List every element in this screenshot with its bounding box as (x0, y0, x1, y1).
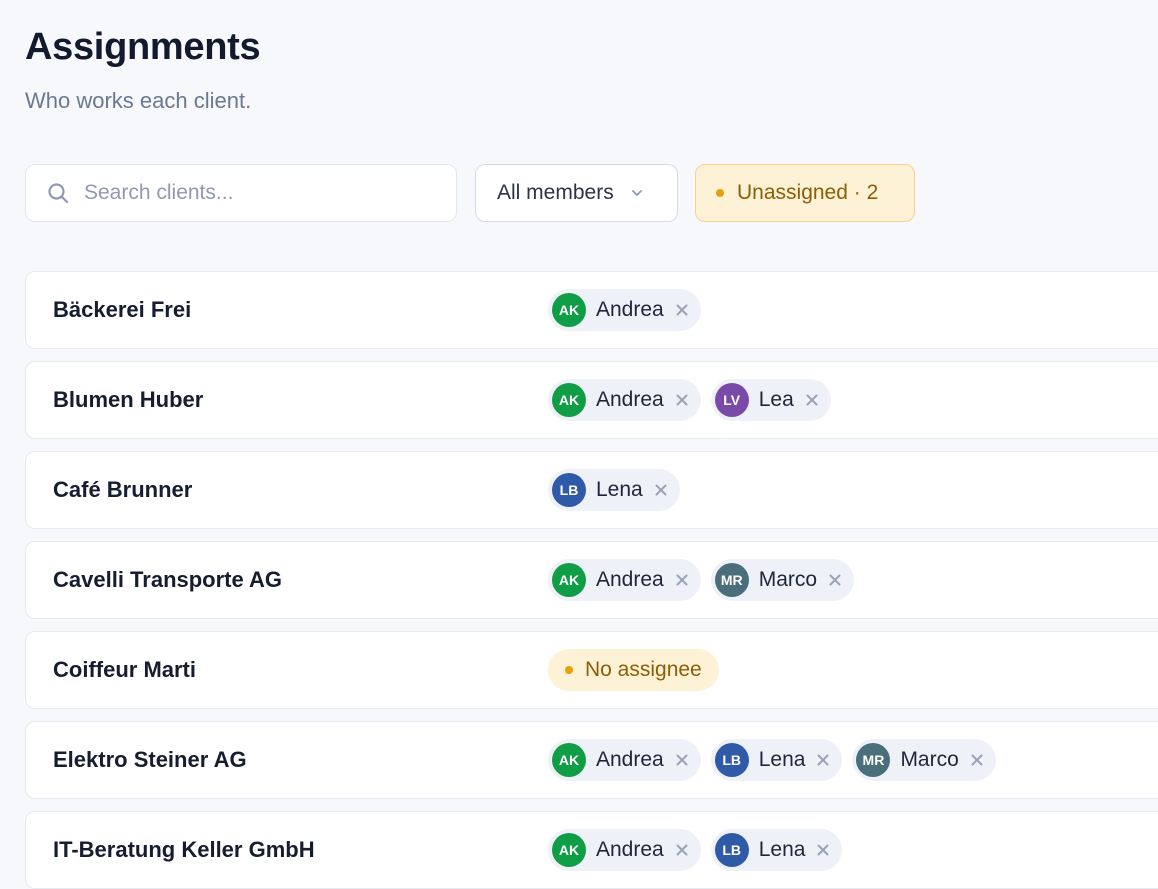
client-row[interactable]: Café Brunner LB Lena (25, 451, 1158, 529)
client-row[interactable]: Blumen Huber AK Andrea LV Lea (25, 361, 1158, 439)
remove-assignee-icon[interactable] (828, 573, 842, 587)
search-icon (46, 181, 70, 205)
client-name: Bäckerei Frei (53, 297, 192, 322)
client-row[interactable]: Cavelli Transporte AG AK Andrea MR Marco (25, 541, 1158, 619)
client-name: Coiffeur Marti (53, 657, 196, 682)
client-row[interactable]: IT-Beratung Keller GmbH AK Andrea LB Lena (25, 811, 1158, 889)
assignee-list: AK Andrea (548, 289, 711, 331)
client-name: Cavelli Transporte AG (53, 567, 283, 592)
avatar: AK (552, 383, 586, 417)
assignee-name: Andrea (596, 568, 664, 591)
assignee-name: Andrea (596, 748, 664, 771)
avatar: LB (714, 743, 749, 777)
assignee-name: Lena (596, 478, 643, 501)
avatar: LV (714, 383, 749, 417)
remove-assignee-icon[interactable] (816, 753, 830, 767)
assignee-chip: AK Andrea (548, 379, 701, 421)
assignee-list: AK Andrea LV Lea (548, 379, 841, 421)
avatar: MR (714, 563, 749, 597)
member-filter-select[interactable]: All members (475, 164, 678, 222)
assignee-chip: MR Marco (710, 559, 855, 601)
remove-assignee-icon[interactable] (675, 393, 689, 407)
assignee-chip: LB Lena (548, 469, 680, 511)
warning-dot-icon (716, 189, 724, 197)
no-assignee-label: No assignee (585, 658, 702, 681)
remove-assignee-icon[interactable] (675, 573, 689, 587)
assignee-chip: MR Marco (852, 739, 996, 781)
client-row[interactable]: Coiffeur Marti No assignee (25, 631, 1158, 709)
avatar: MR (856, 743, 891, 777)
page-title: Assignments (25, 26, 261, 68)
client-name: IT-Beratung Keller GmbH (53, 837, 315, 862)
avatar: LB (552, 473, 586, 507)
assignee-chip: AK Andrea (548, 289, 701, 331)
warning-dot-icon (565, 666, 573, 674)
assignee-list: AK Andrea MR Marco (548, 559, 864, 601)
assignee-name: Andrea (596, 298, 664, 321)
avatar: AK (552, 833, 586, 867)
assignee-chip: AK Andrea (548, 739, 701, 781)
assignee-name: Marco (758, 568, 818, 591)
search-box[interactable] (25, 164, 457, 222)
client-row[interactable]: Bäckerei Frei AK Andrea (25, 271, 1158, 349)
member-filter-label: All members (497, 181, 614, 204)
remove-assignee-icon[interactable] (970, 753, 984, 767)
assignee-name: Lea (758, 388, 794, 411)
assignee-chip: LB Lena (710, 739, 843, 781)
assignee-chip: LB Lena (710, 829, 843, 871)
client-name: Café Brunner (53, 477, 193, 502)
unassigned-filter-button[interactable]: Unassigned · 2 (695, 164, 915, 222)
assignee-chip: AK Andrea (548, 559, 701, 601)
unassigned-filter-label: Unassigned · 2 (737, 181, 879, 204)
chevron-down-icon (630, 186, 644, 200)
assignee-name: Lena (758, 838, 806, 861)
assignee-list: AK Andrea LB Lena MR Marco (548, 739, 1006, 781)
avatar: AK (552, 563, 586, 597)
assignee-name: Andrea (596, 838, 664, 861)
remove-assignee-icon[interactable] (675, 753, 689, 767)
client-row[interactable]: Elektro Steiner AG AK Andrea LB Lena MR Marco (25, 721, 1158, 799)
client-name: Elektro Steiner AG (53, 747, 247, 772)
assignee-chip: LV Lea (710, 379, 831, 421)
search-input[interactable] (84, 181, 444, 205)
assignee-name: Andrea (596, 388, 664, 411)
remove-assignee-icon[interactable] (675, 843, 689, 857)
avatar: LB (714, 833, 749, 867)
remove-assignee-icon[interactable] (654, 483, 668, 497)
avatar: AK (552, 743, 586, 777)
assignee-list: LB Lena (548, 469, 690, 511)
avatar: AK (552, 293, 586, 327)
remove-assignee-icon[interactable] (816, 843, 830, 857)
page-subtitle: Who works each client. (25, 88, 252, 113)
assignee-name: Lena (758, 748, 806, 771)
no-assignee-badge: No assignee (548, 649, 719, 691)
client-name: Blumen Huber (53, 387, 204, 412)
assignee-list: No assignee (548, 649, 719, 691)
assignee-list: AK Andrea LB Lena (548, 829, 852, 871)
remove-assignee-icon[interactable] (675, 303, 689, 317)
remove-assignee-icon[interactable] (805, 393, 819, 407)
assignee-chip: AK Andrea (548, 829, 701, 871)
toolbar: All members Unassigned · 2 (25, 164, 1158, 222)
assignee-name: Marco (900, 748, 959, 771)
